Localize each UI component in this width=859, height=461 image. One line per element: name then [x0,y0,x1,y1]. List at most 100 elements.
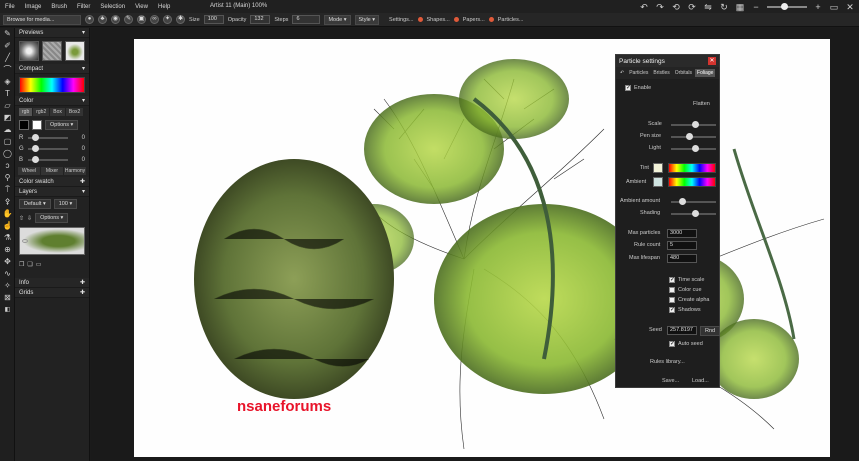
drawing-canvas[interactable] [134,39,830,457]
color-tab-box[interactable]: Box [50,108,65,116]
zoom-out-icon[interactable]: − [751,2,761,12]
fill-tool-icon[interactable]: ◈ [0,76,15,88]
flip-icon[interactable]: ⇋ [703,2,713,12]
transform-tool-icon[interactable]: ✧ [0,280,15,292]
close-icon[interactable]: ✕ [708,57,716,65]
preview-brush-soft[interactable] [19,41,39,61]
layers-header[interactable]: Layers ▾ [15,187,89,197]
settings-button[interactable]: Settings... [389,17,413,23]
mode-dropdown[interactable]: Mode ▾ [324,14,351,25]
green-slider[interactable] [28,144,68,152]
auto-seed-checkbox[interactable] [669,340,675,347]
text-tool-icon[interactable]: T [0,88,15,100]
redo-icon[interactable]: ⟳ [687,2,697,12]
menu-filter[interactable]: Filter [72,4,95,10]
blue-value[interactable]: 0 [71,157,85,163]
red-slider[interactable] [28,133,68,141]
color-options-button[interactable]: Options ▾ [45,120,79,130]
previews-header[interactable]: Previews ▾ [15,28,89,38]
zoom-tool-icon[interactable]: ⊕ [0,244,15,256]
compact-header[interactable]: Compact ▾ [15,64,89,74]
scale-slider[interactable] [671,121,716,128]
scale-knob[interactable] [691,121,699,128]
color-header[interactable]: Color ▾ [15,96,89,106]
time-scale-checkbox[interactable] [669,276,675,283]
ambient-amount-knob[interactable] [678,198,686,205]
particles-button[interactable]: Particles... [498,17,524,23]
tint-swatch[interactable] [653,163,663,173]
save-button[interactable]: Save... [662,378,679,384]
red-value[interactable]: 0 [71,135,85,141]
ambient-spectrum[interactable] [668,177,716,187]
enable-checkbox[interactable] [625,84,631,91]
pen-icon[interactable]: ✎ [124,15,133,24]
colors-icon[interactable]: ◧ [0,304,15,316]
foreground-swatch[interactable] [19,120,29,130]
pin-icon[interactable]: ⚴ [0,196,15,208]
menu-brush[interactable]: Brush [46,4,72,10]
style-dropdown[interactable]: Style ▾ [354,14,380,25]
browse-media-dropdown[interactable]: Browse for media... [3,14,81,25]
gradient-tool-icon[interactable]: ◩ [0,112,15,124]
wheel-tab[interactable]: Wheel [18,167,40,175]
shading-knob[interactable] [691,210,699,217]
shading-slider[interactable] [671,210,716,217]
ambient-swatch[interactable] [653,177,663,187]
color-tab-rgb2[interactable]: rgb2 [33,108,50,116]
color-tab-box2[interactable]: Box2 [65,108,84,116]
green-value[interactable]: 0 [71,146,85,152]
layer-opacity-dropdown[interactable]: 100 ▾ [53,199,78,209]
rule-count-input[interactable]: 5 [667,241,697,250]
ambient-amount-slider[interactable] [671,198,716,205]
load-button[interactable]: Load... [692,378,709,384]
finger-icon[interactable]: ☝ [0,220,15,232]
light-knob[interactable] [691,145,699,152]
fit-icon[interactable]: ▭ [829,2,839,12]
tab-foliage[interactable]: Foliage [695,69,716,77]
gear-icon[interactable]: ✱ [176,15,185,24]
rnd-button[interactable]: Rnd [700,326,721,336]
pencil-tool-icon[interactable]: ✐ [0,40,15,52]
lasso-icon[interactable]: ↄ [0,160,15,172]
layers-options-button[interactable]: Options ▾ [35,213,69,223]
info-header[interactable]: Info ✚ [15,278,89,288]
layer-blend-dropdown[interactable]: Default ▾ [19,199,51,209]
preview-paper[interactable] [42,41,62,61]
star-icon[interactable]: ✦ [163,15,172,24]
back-icon[interactable]: ↶ [618,69,626,77]
steps-input[interactable]: 6 [292,15,321,24]
menu-file[interactable]: File [0,4,20,10]
smudge-tool-icon[interactable]: ☁ [0,124,15,136]
size-input[interactable]: 100 [203,15,224,24]
zoom-slider[interactable] [767,3,807,10]
grids-header[interactable]: Grids ✚ [15,288,89,298]
color-tab-rgb[interactable]: rgb [19,108,33,116]
zoom-in-icon[interactable]: + [813,2,823,12]
rotate-icon[interactable]: ↻ [719,2,729,12]
hand-icon[interactable]: ✋ [0,208,15,220]
tab-bristles[interactable]: Bristles [651,69,671,77]
panel-header[interactable]: Particle settings ✕ [616,55,719,67]
curve-tool-icon[interactable]: ⌒ [0,64,15,76]
papers-button[interactable]: Papers... [463,17,485,23]
menu-selection[interactable]: Selection [95,4,130,10]
eye-icon[interactable]: ◉ [111,15,120,24]
opacity-input[interactable]: 132 [250,15,271,24]
new-layer-icon[interactable]: ❐ [19,261,24,268]
line-tool-icon[interactable]: ╱ [0,52,15,64]
delete-layer-icon[interactable]: ▭ [36,261,42,268]
close-icon[interactable]: ✕ [845,2,855,12]
eraser-tool-icon[interactable]: ▱ [0,100,15,112]
undo-icon[interactable]: ⟲ [671,2,681,12]
move-tool-icon[interactable]: ✥ [0,256,15,268]
rect-select-icon[interactable]: ▢ [0,136,15,148]
tab-particles[interactable]: Particles [627,69,650,77]
stamp-icon[interactable]: ⍑ [0,184,15,196]
eye-icon[interactable] [22,239,28,243]
rules-library-button[interactable]: Rules library... [650,359,685,365]
layer-thumbnail[interactable] [19,227,85,255]
flatten-button[interactable]: Flatten [693,101,710,107]
redo-history-icon[interactable]: ↷ [655,2,665,12]
create-alpha-checkbox[interactable] [669,297,675,303]
mixer-tab[interactable]: Mixer [41,167,63,175]
